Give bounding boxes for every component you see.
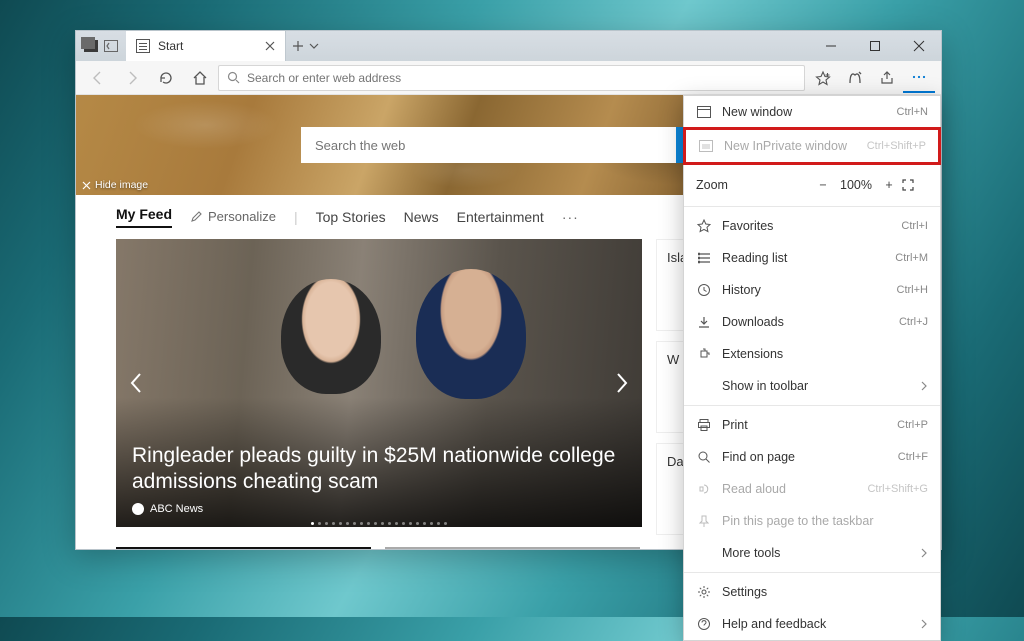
menu-settings[interactable]: Settings (684, 576, 940, 608)
more-button[interactable] (903, 63, 935, 93)
gear-icon (696, 584, 712, 600)
toolbar (76, 61, 941, 95)
browser-window: Start (75, 30, 942, 550)
inprivate-icon (698, 138, 714, 154)
menu-new-inprivate[interactable]: New InPrivate window Ctrl+Shift+P (686, 130, 938, 162)
chevron-right-icon (920, 548, 928, 558)
star-icon (696, 218, 712, 234)
menu-help[interactable]: Help and feedback (684, 608, 940, 640)
pencil-icon (190, 210, 203, 223)
chevron-right-icon (920, 619, 928, 629)
close-icon (82, 181, 91, 190)
tab-start[interactable]: Start (126, 31, 286, 61)
carousel-dots[interactable] (311, 522, 447, 525)
share-button[interactable] (871, 63, 903, 93)
menu-find[interactable]: Find on page Ctrl+F (684, 441, 940, 473)
fullscreen-button[interactable] (902, 179, 928, 191)
carousel-caption: Ringleader pleads guilty in $25M nationw… (132, 443, 626, 516)
more-menu: New window Ctrl+N New InPrivate window C… (683, 95, 941, 641)
nav-news[interactable]: News (404, 209, 439, 225)
nav-entertainment[interactable]: Entertainment (457, 209, 544, 225)
window-minimize-button[interactable] (809, 31, 853, 61)
titlebar: Start (76, 31, 941, 61)
download-icon (696, 314, 712, 330)
menu-extensions[interactable]: Extensions (684, 338, 940, 370)
carousel-source: ABC News (150, 503, 203, 515)
print-icon (696, 417, 712, 433)
back-button[interactable] (82, 63, 114, 93)
window-maximize-button[interactable] (853, 31, 897, 61)
carousel-headline: Ringleader pleads guilty in $25M nationw… (132, 443, 626, 496)
menu-zoom: Zoom − 100% + (684, 167, 940, 203)
source-logo-icon (132, 503, 144, 515)
chevron-right-icon (920, 381, 928, 391)
menu-new-window[interactable]: New window Ctrl+N (684, 96, 940, 128)
zoom-out-button[interactable]: − (810, 178, 836, 192)
hide-image-button[interactable]: Hide image (82, 179, 148, 191)
search-icon (696, 449, 712, 465)
tab-dropdown-icon[interactable] (308, 40, 320, 52)
menu-favorites[interactable]: Favorites Ctrl+I (684, 210, 940, 242)
menu-read-aloud[interactable]: Read aloud Ctrl+Shift+G (684, 473, 940, 505)
zoom-value: 100% (836, 178, 876, 192)
nav-personalize[interactable]: Personalize (190, 209, 276, 224)
addressbar[interactable] (218, 65, 805, 91)
pin-icon (696, 513, 712, 529)
new-tab-button[interactable] (292, 40, 304, 52)
tab-title: Start (158, 39, 257, 53)
refresh-button[interactable] (150, 63, 182, 93)
nav-my-feed[interactable]: My Feed (116, 206, 172, 228)
tutorial-highlight: New InPrivate window Ctrl+Shift+P (683, 127, 941, 165)
menu-reading-list[interactable]: Reading list Ctrl+M (684, 242, 940, 274)
tab-preview-icon[interactable] (84, 40, 98, 52)
reading-list-icon (696, 250, 712, 266)
menu-history[interactable]: History Ctrl+H (684, 274, 940, 306)
web-search-box: web (301, 127, 716, 163)
read-aloud-icon (696, 481, 712, 497)
address-input[interactable] (247, 71, 796, 85)
menu-show-in-toolbar[interactable]: Show in toolbar (684, 370, 940, 402)
thumbnail-2[interactable] (385, 547, 640, 549)
news-carousel[interactable]: Ringleader pleads guilty in $25M nationw… (116, 239, 642, 527)
menu-more-tools[interactable]: More tools (684, 537, 940, 569)
menu-downloads[interactable]: Downloads Ctrl+J (684, 306, 940, 338)
thumbnail-1[interactable] (116, 547, 371, 549)
favorites-button[interactable] (807, 63, 839, 93)
search-icon (227, 71, 240, 84)
reading-view-button[interactable] (839, 63, 871, 93)
home-button[interactable] (184, 63, 216, 93)
zoom-in-button[interactable]: + (876, 178, 902, 192)
web-search-input[interactable] (301, 127, 676, 163)
menu-print[interactable]: Print Ctrl+P (684, 409, 940, 441)
window-icon (696, 104, 712, 120)
history-icon (696, 282, 712, 298)
nav-top-stories[interactable]: Top Stories (316, 209, 386, 225)
window-close-button[interactable] (897, 31, 941, 61)
menu-pin-taskbar[interactable]: Pin this page to the taskbar (684, 505, 940, 537)
set-aside-tabs-icon[interactable] (104, 40, 118, 52)
nav-more[interactable]: ··· (562, 209, 579, 225)
extensions-icon (696, 346, 712, 362)
tab-close-icon[interactable] (265, 41, 275, 51)
forward-button[interactable] (116, 63, 148, 93)
carousel-prev-button[interactable] (122, 369, 150, 397)
help-icon (696, 616, 712, 632)
start-page-favicon (136, 39, 150, 53)
carousel-next-button[interactable] (608, 369, 636, 397)
